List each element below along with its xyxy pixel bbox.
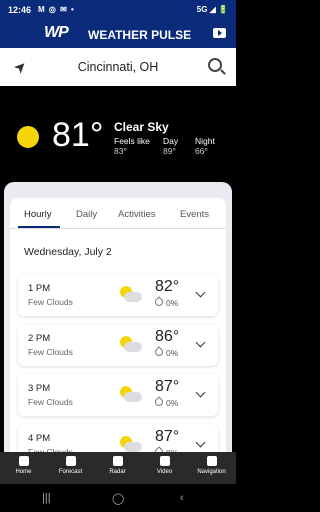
city-name[interactable]: Cincinnati, OH xyxy=(0,60,236,74)
tab-activities[interactable]: Activities xyxy=(118,209,155,220)
nav-navigation[interactable]: Navigation xyxy=(188,452,235,484)
nav-label: Navigation xyxy=(197,469,226,475)
partly-cloudy-icon xyxy=(118,384,142,404)
precip-value: 0% xyxy=(166,398,179,408)
hour-temp: 87° xyxy=(155,428,180,445)
hour-time: 3 PM xyxy=(28,383,51,394)
feels-like-value: 83° xyxy=(114,146,127,156)
raindrop-icon xyxy=(153,396,165,408)
tab-events[interactable]: Events xyxy=(180,209,209,220)
feels-like-label: Feels like xyxy=(114,136,150,146)
feels-like: Feels like 83° xyxy=(114,136,150,156)
system-navigation: ||| ◯ ‹ xyxy=(0,484,236,512)
nav-video[interactable]: Video xyxy=(141,452,188,484)
day-label: Day xyxy=(163,136,179,146)
nav-home[interactable]: Home xyxy=(0,452,47,484)
hour-time: 1 PM xyxy=(28,283,51,294)
home-icon xyxy=(18,456,29,466)
chevron-down-icon[interactable] xyxy=(195,437,206,448)
hour-precip: 0% xyxy=(153,346,179,358)
nav-label: Forecast xyxy=(58,469,83,475)
video-icon[interactable] xyxy=(213,28,226,38)
search-icon[interactable] xyxy=(208,58,222,72)
back-button[interactable]: ‹ xyxy=(180,492,184,504)
hour-time: 2 PM xyxy=(28,333,51,344)
chevron-down-icon[interactable] xyxy=(195,287,206,298)
chevron-down-icon[interactable] xyxy=(195,337,206,348)
logo-icon: WP xyxy=(44,24,69,41)
status-time: 12:46 xyxy=(8,5,32,15)
current-condition: Clear Sky xyxy=(114,120,169,134)
notification-icons: M ◎ ✉ • xyxy=(38,5,75,14)
nav-forecast[interactable]: Forecast xyxy=(47,452,94,484)
sun-icon xyxy=(17,126,39,148)
hour-precip: 0% xyxy=(153,396,179,408)
partly-cloudy-icon xyxy=(118,434,142,454)
hour-temp: 86° xyxy=(155,328,180,345)
hour-temp: 82° xyxy=(155,278,180,295)
nav-label: Radar xyxy=(109,469,126,475)
tab-daily[interactable]: Daily xyxy=(76,209,97,220)
forecast-panel: Hourly Daily Activities Events Wednesday… xyxy=(4,182,232,456)
precip-value: 0% xyxy=(166,298,179,308)
night-value: 66° xyxy=(195,146,208,156)
forecast-date: Wednesday, July 2 xyxy=(24,246,112,258)
signal-battery-icons: 5G ◢ 🔋 xyxy=(196,5,228,14)
tab-hourly[interactable]: Hourly xyxy=(24,209,51,220)
bottom-navigation: Home Forecast Radar Video Navigation xyxy=(0,452,236,484)
home-button[interactable]: ◯ xyxy=(112,492,124,505)
hour-precip: 0% xyxy=(153,296,179,308)
night-label: Night xyxy=(195,136,215,146)
hour-condition: Few Clouds xyxy=(28,397,73,407)
hour-condition: Few Clouds xyxy=(28,297,73,307)
hour-row[interactable]: 3 PM Few Clouds 87° 0% xyxy=(18,374,218,416)
active-tab-indicator xyxy=(18,226,60,228)
map-icon xyxy=(112,456,123,466)
app-logo-text: WEATHER PULSE xyxy=(88,28,192,42)
raindrop-icon xyxy=(153,346,165,358)
raindrop-icon xyxy=(153,296,165,308)
current-conditions: 81° Clear Sky Feels like 83° Day 89° Nig… xyxy=(0,86,236,181)
nav-label: Video xyxy=(156,469,173,475)
nav-label: Home xyxy=(15,469,32,475)
forecast-tabs: Hourly Daily Activities Events xyxy=(10,198,226,229)
recent-apps-button[interactable]: ||| xyxy=(42,492,51,504)
hour-row[interactable]: 1 PM Few Clouds 82° 0% xyxy=(18,274,218,316)
status-bar: 12:46 M ◎ ✉ • 5G ◢ 🔋 xyxy=(0,0,236,20)
hour-condition: Few Clouds xyxy=(28,347,73,357)
app-header: WP WEATHER PULSE xyxy=(0,20,236,48)
hour-time: 4 PM xyxy=(28,433,51,444)
hour-temp: 87° xyxy=(155,378,180,395)
hour-row[interactable]: 2 PM Few Clouds 86° 0% xyxy=(18,324,218,366)
partly-cloudy-icon xyxy=(118,334,142,354)
night-temp: Night 66° xyxy=(195,136,215,156)
chevron-down-icon[interactable] xyxy=(195,387,206,398)
partly-cloudy-icon xyxy=(118,284,142,304)
sun-icon xyxy=(65,456,76,466)
more-icon xyxy=(206,456,217,466)
video-icon xyxy=(159,456,170,466)
precip-value: 0% xyxy=(166,348,179,358)
day-temp: Day 89° xyxy=(163,136,178,156)
forecast-card: Hourly Daily Activities Events Wednesday… xyxy=(10,198,226,456)
nav-radar[interactable]: Radar xyxy=(94,452,141,484)
current-temp: 81° xyxy=(52,116,104,154)
location-bar: ➤ Cincinnati, OH xyxy=(0,48,236,86)
day-value: 89° xyxy=(163,146,176,156)
